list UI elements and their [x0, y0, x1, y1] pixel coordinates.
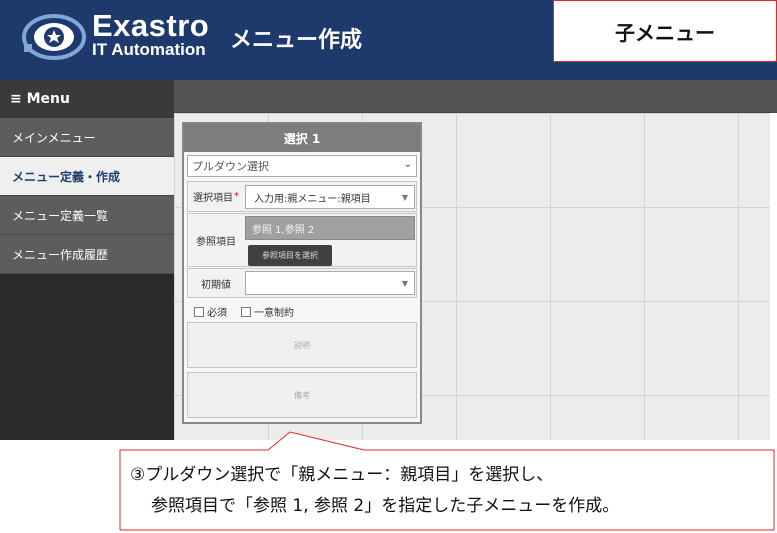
description-field[interactable]: 説明	[187, 322, 417, 368]
item-type-select[interactable]: プルダウン選択 ⌄	[187, 155, 417, 177]
select-item-label: 選択項目 *	[193, 191, 239, 204]
chevron-down-icon: ⌄	[403, 159, 412, 170]
select-item-panel[interactable]: 選択 1 プルダウン選択 ⌄ 選択項目 * 入力用:親メニュー:親項目 ▼ 参照項…	[182, 122, 422, 424]
triangle-down-icon: ▼	[401, 193, 408, 202]
remarks-field[interactable]: 備考	[187, 372, 417, 418]
reference-item-label: 参照項目	[196, 236, 236, 248]
item-type-value: プルダウン選択	[192, 160, 269, 173]
required-checkbox[interactable]	[194, 306, 204, 317]
sidebar-item-menu-define-create[interactable]: メニュー定義・作成	[0, 157, 174, 196]
sidebar: ≡ Menu メインメニュー メニュー定義・作成 メニュー定義一覧 メニュー作成…	[0, 80, 174, 440]
sidebar-item-menu-define-list[interactable]: メニュー定義一覧	[0, 196, 174, 235]
select-item-dropdown[interactable]: 入力用:親メニュー:親項目 ▼	[245, 185, 415, 209]
required-checkbox-label: 必須	[207, 308, 227, 319]
exastro-logo-icon	[22, 14, 86, 60]
reference-item-row: 参照項目 参照 1,参照 2 参照項目を選択	[187, 213, 417, 267]
select-item-value: 入力用:親メニュー:親項目	[254, 193, 371, 205]
sidebar-item-menu-create-history[interactable]: メニュー作成履歴	[0, 235, 174, 274]
select-reference-button[interactable]: 参照項目を選択	[248, 245, 332, 266]
required-mark: *	[234, 191, 239, 202]
sidebar-item-main-menu[interactable]: メインメニュー	[0, 118, 174, 157]
triangle-down-icon: ▼	[401, 279, 408, 288]
callout-line-1: ③プルダウン選択で「親メニュー：親項目」を選択し、	[130, 465, 554, 485]
reference-item-value: 参照 1,参照 2	[245, 216, 415, 240]
initial-value-row: 初期値 ▼	[187, 268, 417, 298]
unique-checkbox[interactable]	[241, 306, 251, 317]
unique-checkbox-label: 一意制約	[254, 308, 294, 319]
toolbar	[174, 80, 777, 113]
select-item-row: 選択項目 * 入力用:親メニュー:親項目 ▼	[187, 181, 417, 212]
constraint-checkboxes: 必須 一意制約	[194, 304, 308, 319]
page-title: メニュー作成	[230, 28, 363, 53]
callout-line-2: 参照項目で「参照 1, 参照 2」を指定した子メニューを作成。	[151, 496, 620, 516]
logo-subtitle: IT Automation	[92, 40, 206, 59]
callout-description: ③プルダウン選択で「親メニュー：親項目」を選択し、 参照項目で「参照 1, 参照…	[130, 460, 619, 522]
menu-header[interactable]: ≡ Menu	[0, 80, 174, 118]
initial-value-label: 初期値	[201, 279, 231, 291]
initial-value-dropdown[interactable]: ▼	[245, 271, 415, 295]
logo-name: Exastro	[92, 8, 210, 43]
panel-title[interactable]: 選択 1	[184, 124, 420, 152]
callout-child-menu: 子メニュー	[553, 0, 777, 62]
